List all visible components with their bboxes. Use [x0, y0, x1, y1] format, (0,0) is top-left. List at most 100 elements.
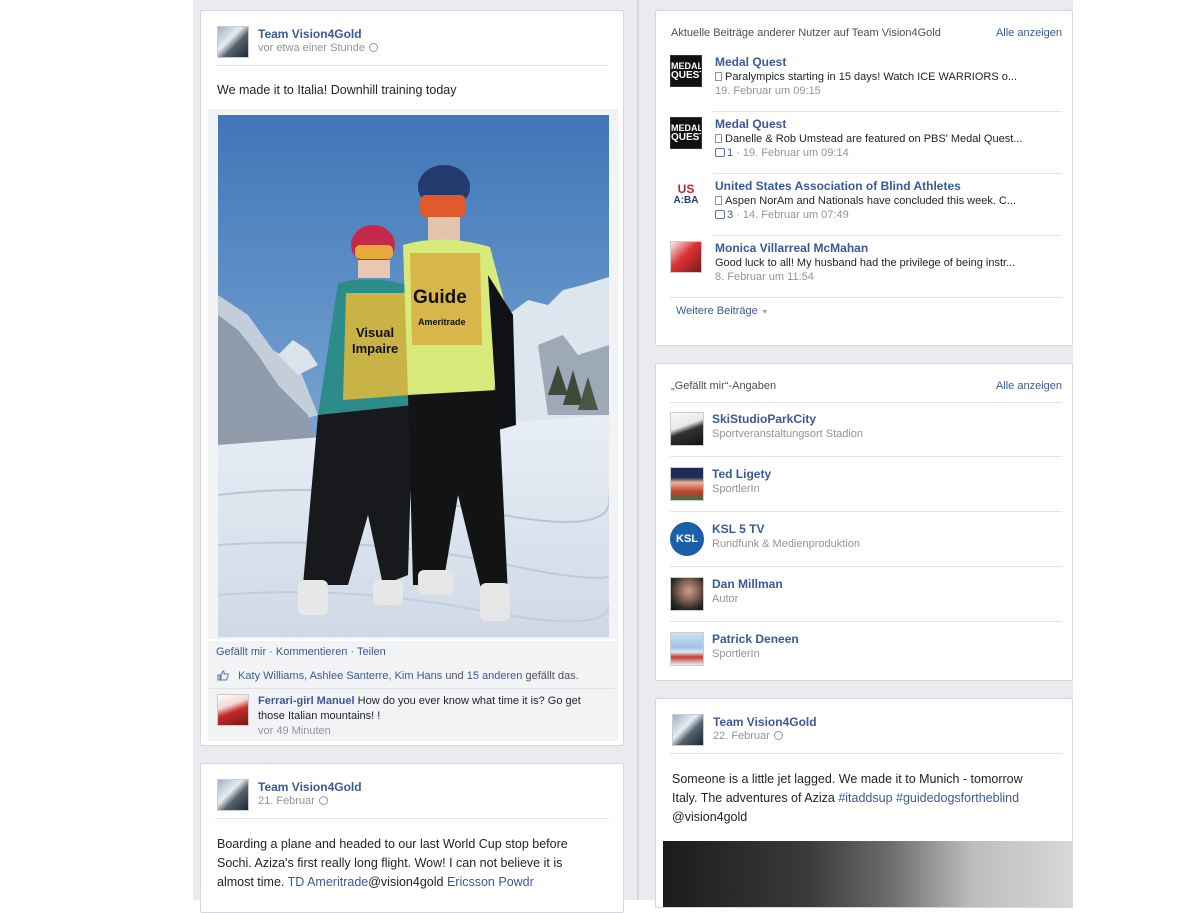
hashtag-itaddsup[interactable]: #itaddsup: [838, 791, 892, 805]
post-timestamp[interactable]: 22. Februar: [713, 730, 770, 742]
likes-and: und: [445, 670, 464, 682]
bib-text-guide: Guide: [413, 287, 467, 308]
liked-page-name[interactable]: Dan Millman: [712, 577, 783, 591]
liked-page-text: KSL 5 TV Rundfunk & Medienproduktion: [712, 522, 860, 550]
post-text-line1: Boarding a plane and headed to our last …: [217, 837, 568, 851]
recent-post-like-count[interactable]: 3: [727, 209, 733, 221]
bib-text-impaired: Impaire: [352, 341, 398, 356]
liked-page-text: Patrick Deneen SportlerIn: [712, 632, 799, 660]
medal-quest-avatar[interactable]: MEDAL QUEST: [670, 55, 702, 87]
commenter-avatar[interactable]: [217, 694, 249, 726]
liked-page-item[interactable]: Dan Millman Autor: [670, 577, 1062, 617]
document-icon: [715, 134, 722, 143]
likes-names[interactable]: Katy Williams, Ashlee Santerre, Kim Hans: [238, 670, 442, 682]
thumbs-up-icon: [217, 670, 229, 681]
post-timestamp[interactable]: vor etwa einer Stunde: [258, 42, 365, 54]
recent-post-meta: 1 · 19. Februar um 09:14: [715, 147, 1062, 159]
liked-page-item[interactable]: KSL KSL 5 TV Rundfunk & Medienproduktion: [670, 522, 1062, 562]
recent-post-like-count[interactable]: 1: [727, 147, 733, 159]
post-photo[interactable]: Guide Ameritrade Visual Impaire: [218, 115, 609, 637]
likes-box: „Gefällt mir“-Angaben Alle anzeigen SkiS…: [655, 363, 1073, 681]
post-text: Someone is a little jet lagged. We made …: [672, 770, 1067, 827]
post-timestamp[interactable]: 21. Februar: [258, 795, 315, 807]
liked-page-name[interactable]: KSL 5 TV: [712, 522, 860, 536]
liked-page-category: SportlerIn: [712, 648, 760, 660]
post-author[interactable]: Team Vision4Gold: [258, 27, 362, 41]
recent-post-item[interactable]: MEDAL QUEST Medal Quest Paralympics star…: [670, 55, 1062, 113]
author-avatar[interactable]: [672, 714, 704, 746]
mention-ericsson-powdr[interactable]: Ericsson Powdr: [447, 875, 534, 889]
recent-post-date[interactable]: 8. Februar um 11:54: [715, 271, 1062, 283]
monica-avatar[interactable]: [670, 241, 702, 273]
likes-see-all[interactable]: Alle anzeigen: [996, 380, 1062, 392]
item-divider: [670, 297, 1062, 298]
recent-post-date[interactable]: · 19. Februar um 09:14: [736, 147, 849, 159]
recent-post-date[interactable]: · 14. Februar um 07:49: [736, 209, 849, 221]
liked-page-category: Sportveranstaltungsort Stadion: [712, 428, 864, 440]
likes-divider: [670, 402, 1062, 403]
recent-posts-title: Aktuelle Beiträge anderer Nutzer auf Tea…: [671, 27, 941, 39]
recent-post-text: Monica Villarreal McMahan Good luck to a…: [715, 241, 1062, 283]
ted-ligety-avatar[interactable]: [670, 467, 704, 501]
ksl-avatar[interactable]: KSL: [670, 522, 704, 556]
post-meta: 22. Februar: [713, 730, 783, 742]
recent-posts-see-all[interactable]: Alle anzeigen: [996, 27, 1062, 39]
usaba-avatar[interactable]: US A:BA: [670, 179, 702, 211]
recent-post-author[interactable]: United States Association of Blind Athle…: [715, 179, 1062, 193]
recent-post-snippet: Paralympics starting in 15 days! Watch I…: [715, 71, 1062, 83]
post-text-pre: Italy. The adventures of Aziza: [672, 791, 835, 805]
post-text-line3: @vision4gold: [672, 810, 748, 824]
post-meta: vor etwa einer Stunde: [258, 42, 379, 54]
more-posts-link[interactable]: Weitere Beiträge ▾: [676, 305, 767, 317]
liked-page-name[interactable]: SkiStudioParkCity: [712, 412, 863, 426]
timeline-spine: [637, 0, 639, 900]
liked-page-item[interactable]: SkiStudioParkCity Sportveranstaltungsort…: [670, 412, 1062, 452]
liked-page-item[interactable]: Ted Ligety SportlerIn: [670, 467, 1062, 507]
recent-post-date[interactable]: 19. Februar um 09:15: [715, 85, 1062, 97]
patrick-deneen-avatar[interactable]: [670, 632, 704, 666]
skistudio-avatar[interactable]: [670, 412, 704, 446]
likes-row: Katy Williams, Ashlee Santerre, Kim Hans…: [217, 670, 579, 682]
liked-page-text: Dan Millman Autor: [712, 577, 783, 605]
hashtag-guidedogs[interactable]: #guidedogsfortheblind: [896, 791, 1019, 805]
recent-post-author[interactable]: Medal Quest: [715, 117, 1062, 131]
medal-quest-avatar[interactable]: MEDAL QUEST: [670, 117, 702, 149]
item-divider: [713, 173, 1062, 174]
mention-td-ameritrade[interactable]: TD Ameritrade: [288, 875, 369, 889]
document-icon: [715, 196, 722, 205]
post-card-3: Team Vision4Gold 22. Februar Someone is …: [655, 698, 1073, 908]
liked-page-name[interactable]: Ted Ligety: [712, 467, 771, 481]
globe-icon: [773, 731, 783, 740]
post-text-pre: almost time.: [217, 875, 285, 889]
author-avatar[interactable]: [217, 779, 249, 811]
recent-post-item[interactable]: US A:BA United States Association of Bli…: [670, 179, 1062, 237]
liked-page-category: Rundfunk & Medienproduktion: [712, 538, 860, 550]
comment-time[interactable]: vor 49 Minuten: [258, 725, 331, 737]
recent-post-meta: 3 · 14. Februar um 07:49: [715, 209, 1062, 221]
liked-page-category: SportlerIn: [712, 483, 760, 495]
chevron-down-icon: ▾: [762, 307, 767, 316]
liked-page-name[interactable]: Patrick Deneen: [712, 632, 799, 646]
post-text-line1: Someone is a little jet lagged. We made …: [672, 772, 1023, 786]
mention-vision4gold: @vision4gold: [368, 875, 444, 889]
recent-post-snippet: Aspen NorAm and Nationals have concluded…: [715, 195, 1062, 207]
comment-author[interactable]: Ferrari-girl Manuel: [258, 695, 355, 707]
avatar-logo-text: QUEST: [671, 70, 701, 81]
post-author[interactable]: Team Vision4Gold: [713, 715, 817, 729]
avatar-logo-text: A:BA: [673, 195, 699, 206]
likes-others[interactable]: 15 anderen: [467, 670, 523, 682]
liked-page-item[interactable]: Patrick Deneen SportlerIn: [670, 632, 1062, 672]
recent-post-item[interactable]: MEDAL QUEST Medal Quest Danelle & Rob Um…: [670, 117, 1062, 175]
recent-post-item[interactable]: Monica Villarreal McMahan Good luck to a…: [670, 241, 1062, 299]
recent-post-author[interactable]: Monica Villarreal McMahan: [715, 241, 1062, 255]
post-author[interactable]: Team Vision4Gold: [258, 780, 362, 794]
post-text-line2: Italy. The adventures of Aziza #itaddsup…: [672, 789, 1067, 808]
post-photo[interactable]: [663, 841, 1072, 907]
liked-page-category: Autor: [712, 593, 739, 605]
post-actions[interactable]: Gefällt mir · Kommentieren · Teilen: [216, 646, 386, 658]
dan-millman-avatar[interactable]: [670, 577, 704, 611]
recent-post-author[interactable]: Medal Quest: [715, 55, 1062, 69]
author-avatar[interactable]: [217, 26, 249, 58]
globe-icon: [318, 796, 328, 805]
header-divider: [215, 65, 609, 66]
